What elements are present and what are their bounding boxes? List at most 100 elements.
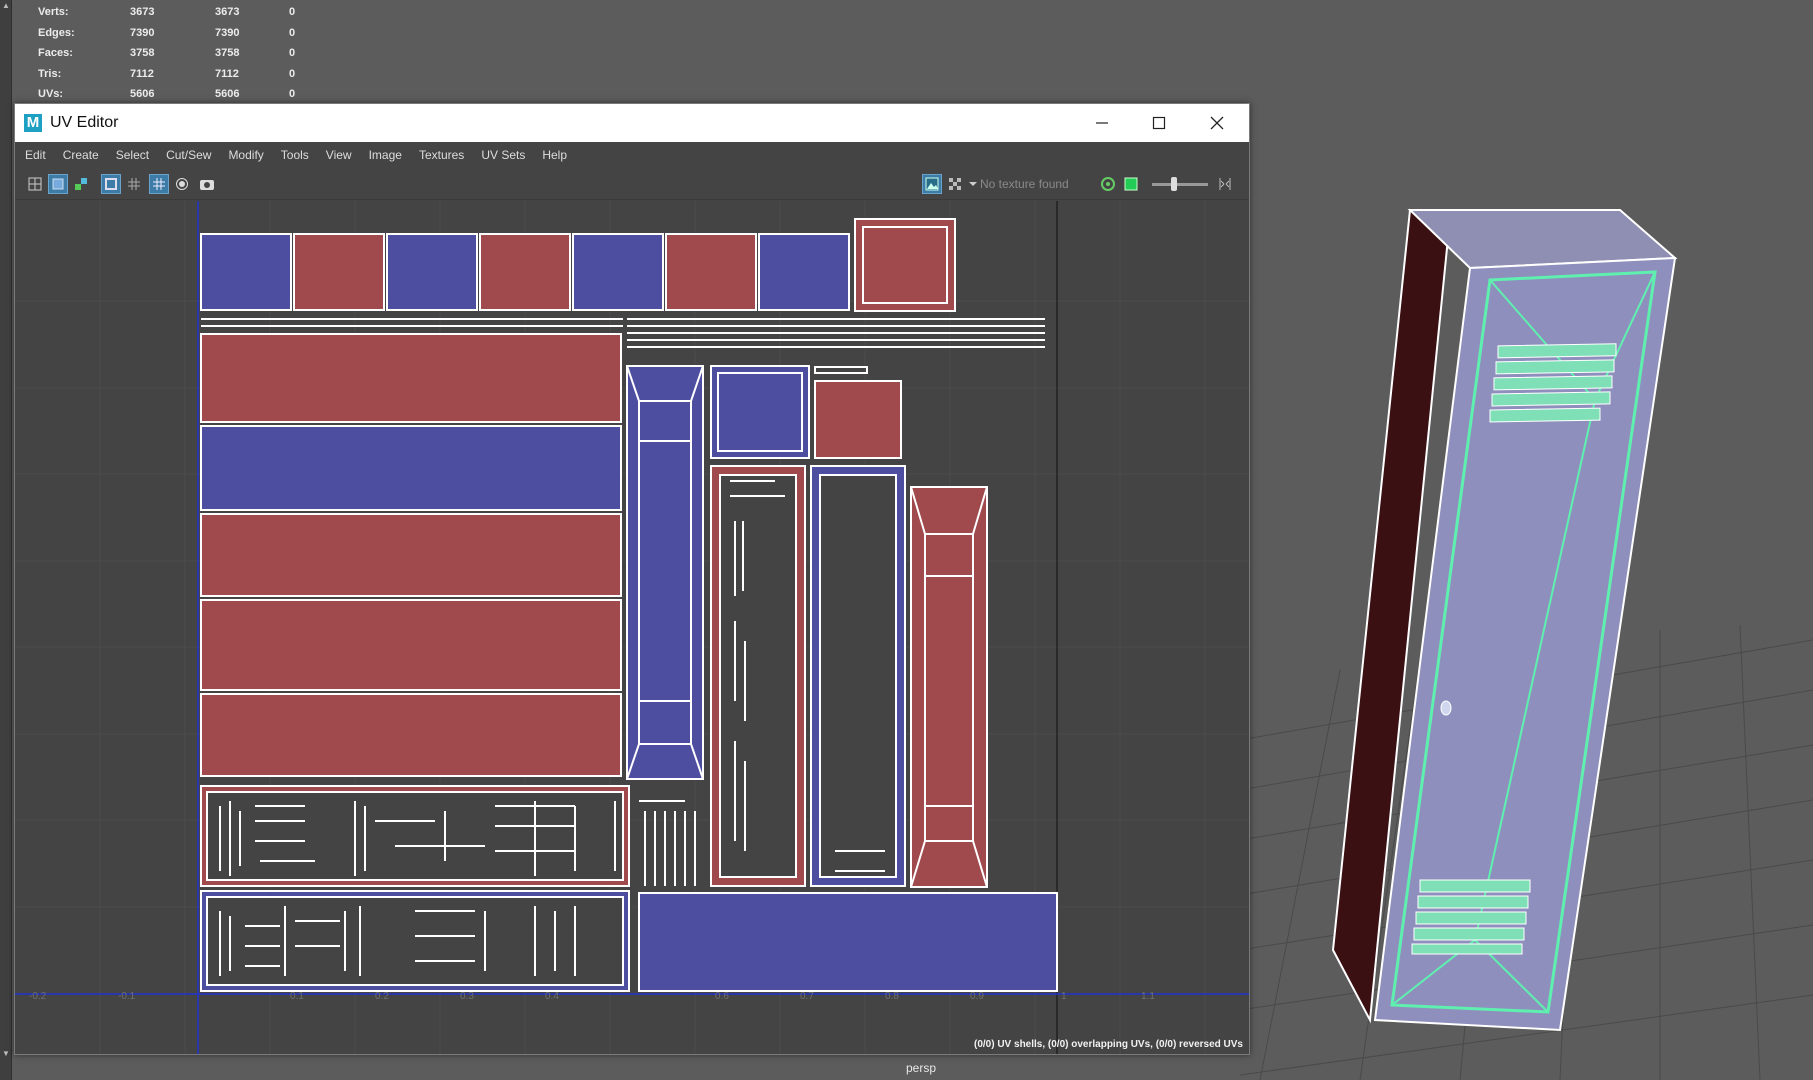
uv-shell[interactable]: [665, 233, 757, 311]
checker-tiles-button[interactable]: [124, 174, 144, 194]
uv-shell-inner: [719, 474, 797, 878]
uv-shell[interactable]: [200, 333, 622, 423]
globe-icon: [1101, 177, 1115, 191]
uv-shell[interactable]: [200, 233, 292, 311]
hud-value: 7112: [215, 67, 239, 80]
shaded-uv-button[interactable]: [48, 174, 68, 194]
hud-value: 0: [289, 6, 296, 19]
maya-logo-icon: M: [24, 114, 42, 132]
ruler-label: 0.3: [460, 991, 474, 1002]
minimize-icon: [1096, 122, 1108, 124]
hud-label: Verts:: [38, 6, 69, 19]
slider-handle[interactable]: [1171, 177, 1177, 191]
uv-shell[interactable]: [386, 233, 478, 311]
title-bar[interactable]: M UV Editor: [15, 104, 1249, 142]
uv-editor-window[interactable]: M UV Editor Edit Create Select Cut/Sew M…: [14, 103, 1250, 1055]
texture-borders-button[interactable]: [101, 174, 121, 194]
ruler-label: 0.4: [545, 991, 559, 1002]
hud-row-edges: Edges: 7390 7390 0: [38, 23, 309, 44]
snapshot-button[interactable]: [197, 174, 217, 194]
menu-cut-sew[interactable]: Cut/Sew: [166, 148, 211, 162]
uv-shell[interactable]: [572, 233, 664, 311]
uv-shell[interactable]: [854, 218, 956, 312]
uv-layout[interactable]: [15, 201, 1249, 1054]
distortion-icon: [75, 178, 87, 190]
uv-shell[interactable]: [200, 599, 622, 691]
uv-shell[interactable]: [758, 233, 850, 311]
menu-create[interactable]: Create: [63, 148, 99, 162]
menu-help[interactable]: Help: [542, 148, 567, 162]
menu-textures[interactable]: Textures: [419, 148, 464, 162]
display-image-button[interactable]: [922, 174, 942, 194]
hud-value: 0: [289, 26, 296, 39]
uv-shell[interactable]: [200, 693, 622, 777]
hud-value: 7390: [215, 26, 240, 39]
hud-value: 3758: [130, 47, 155, 60]
hud-label: UVs:: [38, 88, 64, 101]
hud-row-verts: Verts: 3673 3673 0: [38, 2, 309, 23]
image-icon: [925, 177, 939, 191]
uv-shell[interactable]: [814, 380, 902, 459]
menu-view[interactable]: View: [326, 148, 352, 162]
ruler-label: 0.7: [800, 991, 814, 1002]
menu-image[interactable]: Image: [369, 148, 402, 162]
border-icon: [105, 178, 117, 190]
uv-detail-parts: [639, 800, 696, 886]
scroll-up-icon[interactable]: ▲: [2, 2, 10, 10]
image-green-icon: [1124, 177, 1138, 191]
shaded-display-button[interactable]: [1098, 174, 1118, 194]
grid-toggle-button[interactable]: [149, 174, 169, 194]
checker-map-button[interactable]: [945, 174, 965, 194]
scroll-down-icon[interactable]: ▼: [2, 1050, 10, 1058]
uv-shell-inner: [819, 474, 897, 878]
menu-select[interactable]: Select: [116, 148, 149, 162]
hud-value: 5606: [215, 88, 240, 101]
ruler-label: 1.1: [1141, 991, 1155, 1002]
checker-icon: [949, 178, 961, 190]
poly-count-hud: Verts: 3673 3673 0 Edges: 7390 7390 0 Fa…: [38, 2, 309, 105]
uv-shell[interactable]: [910, 486, 988, 888]
hud-value: 3673: [130, 6, 155, 19]
maximize-button[interactable]: [1130, 104, 1188, 142]
uv-shell[interactable]: [200, 425, 622, 511]
uv-shell[interactable]: [638, 892, 1058, 992]
uv-toolbar: No texture found: [15, 167, 1249, 200]
grid-icon: [153, 178, 165, 190]
ruler-label: 0.1: [290, 991, 304, 1002]
exposure-slider[interactable]: [1152, 183, 1208, 186]
menu-bar: Edit Create Select Cut/Sew Modify Tools …: [15, 142, 1249, 167]
distortion-button[interactable]: [71, 174, 91, 194]
close-icon: [1210, 116, 1224, 130]
camera-icon: [200, 180, 214, 190]
hud-label: Edges:: [38, 26, 75, 39]
menu-modify[interactable]: Modify: [228, 148, 263, 162]
maximize-icon: [1152, 116, 1166, 130]
menu-edit[interactable]: Edit: [25, 148, 46, 162]
image-ratio-button[interactable]: [1121, 174, 1141, 194]
close-button[interactable]: [1188, 104, 1246, 142]
chevron-down-icon: [969, 182, 977, 186]
left-scrollbar[interactable]: ▲ ▼: [0, 0, 12, 1080]
collapse-toolbar-button[interactable]: [1215, 174, 1235, 194]
hud-value: 0: [289, 88, 296, 101]
menu-uv-sets[interactable]: UV Sets: [481, 148, 525, 162]
pixel-snap-button[interactable]: [172, 174, 192, 194]
uv-shell[interactable]: [479, 233, 571, 311]
uv-canvas[interactable]: -0.2 -0.1 0.1 0.2 0.3 0.4 0.6 0.7 0.8 0.…: [15, 201, 1249, 1054]
hud-row-faces: Faces: 3758 3758 0: [38, 43, 309, 64]
uv-strip: [814, 366, 868, 374]
tile-icon: [128, 178, 140, 190]
uv-shell[interactable]: [293, 233, 385, 311]
hud-value: 7112: [130, 67, 154, 80]
minimize-button[interactable]: [1073, 104, 1131, 142]
hud-value: 3758: [215, 47, 240, 60]
uv-toolkit-button[interactable]: [25, 174, 45, 194]
ruler-label: 0.6: [715, 991, 729, 1002]
ruler-label: -0.2: [29, 991, 47, 1002]
uv-shell[interactable]: [710, 365, 810, 459]
uv-shell[interactable]: [200, 513, 622, 597]
uv-status-text: (0/0) UV shells, (0/0) overlapping UVs, …: [974, 1039, 1243, 1050]
target-icon: [176, 178, 188, 190]
ruler-label: -0.1: [118, 991, 136, 1002]
menu-tools[interactable]: Tools: [281, 148, 309, 162]
